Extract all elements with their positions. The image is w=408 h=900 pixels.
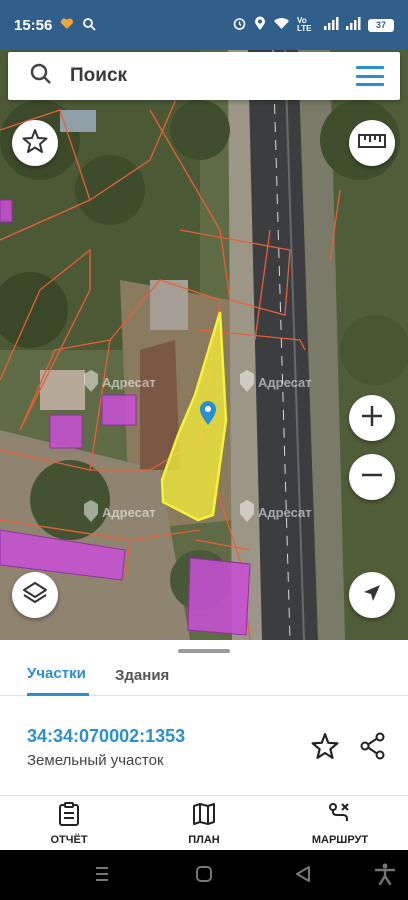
route-icon	[328, 802, 352, 831]
search-icon[interactable]	[30, 63, 52, 90]
star-icon	[22, 128, 48, 159]
wifi-icon	[273, 17, 290, 33]
watermark-text: Адресат	[102, 375, 156, 390]
accessibility-icon[interactable]	[374, 863, 396, 890]
watermark-logo-icon	[240, 370, 254, 395]
map-view[interactable]: Адресат Адресат Адресат Адресат	[0, 50, 408, 640]
zoom-out-button[interactable]	[349, 454, 395, 500]
menu-icon[interactable]	[356, 66, 384, 86]
status-time: 15:56	[14, 16, 53, 34]
star-icon	[311, 733, 339, 764]
watermark-text: Адресат	[102, 505, 156, 520]
nav-plan[interactable]: ПЛАН	[179, 797, 229, 850]
parcel-number[interactable]: 34:34:070002:1353	[27, 726, 185, 747]
sheet-drag-handle[interactable]	[178, 649, 230, 653]
nav-route[interactable]: МАРШРУТ	[305, 797, 375, 850]
recent-apps-icon[interactable]	[94, 865, 110, 888]
watermark-logo-icon	[84, 370, 98, 395]
watermark-logo-icon	[84, 500, 98, 525]
bottom-nav: ОТЧЁТ ПЛАН МАРШРУТ	[0, 797, 408, 850]
system-nav-bar	[0, 850, 408, 900]
ruler-icon	[358, 133, 386, 153]
watermark-logo-icon	[240, 500, 254, 525]
signal-icon-2	[346, 17, 361, 33]
bottom-sheet: Участки Здания 34:34:070002:1353 Земельн…	[0, 640, 408, 850]
tab-parcels[interactable]: Участки	[27, 654, 89, 696]
status-bar: 15:56 Vo LTE 37	[0, 0, 408, 50]
layers-button[interactable]	[12, 572, 58, 618]
ruler-button[interactable]	[349, 120, 395, 166]
nav-report[interactable]: ОТЧЁТ	[44, 797, 94, 850]
map-plan-icon	[192, 802, 216, 831]
alarm-icon	[232, 16, 247, 34]
zoom-in-button[interactable]	[349, 395, 395, 441]
watermark-text: Адресат	[258, 375, 312, 390]
watermark: Адресат	[84, 370, 156, 395]
location-icon	[254, 16, 266, 34]
search-bar[interactable]: Поиск	[8, 52, 400, 100]
signal-icon-1	[324, 17, 339, 33]
watermark-text: Адресат	[258, 505, 312, 520]
layers-icon	[22, 581, 48, 610]
favorite-parcel-button[interactable]	[311, 732, 339, 765]
my-location-button[interactable]	[349, 572, 395, 618]
tab-bar: Участки Здания	[0, 654, 408, 696]
nav-route-label: МАРШРУТ	[311, 833, 369, 846]
watermark: Адресат	[240, 370, 312, 395]
minus-icon	[360, 463, 384, 492]
watermark: Адресат	[84, 500, 156, 525]
plus-icon	[360, 404, 384, 433]
satellite-map	[0, 50, 408, 640]
network-label: Vo LTE	[297, 16, 312, 33]
navigation-arrow-icon	[362, 583, 382, 608]
search-notification-icon	[82, 17, 97, 34]
back-icon[interactable]	[295, 865, 311, 888]
search-input[interactable]: Поиск	[70, 65, 356, 87]
report-icon	[58, 801, 80, 831]
nav-plan-label: ПЛАН	[188, 833, 220, 846]
nav-report-label: ОТЧЁТ	[50, 833, 88, 846]
share-icon	[359, 732, 387, 764]
parcel-type: Земельный участок	[27, 752, 164, 769]
watermark: Адресат	[240, 500, 312, 525]
home-icon[interactable]	[195, 865, 213, 888]
battery-indicator: 37	[368, 18, 394, 32]
tab-buildings[interactable]: Здания	[115, 654, 169, 696]
divider	[0, 795, 408, 796]
favorites-button[interactable]	[12, 120, 58, 166]
share-button[interactable]	[359, 732, 387, 765]
heart-notification-icon	[60, 17, 74, 33]
